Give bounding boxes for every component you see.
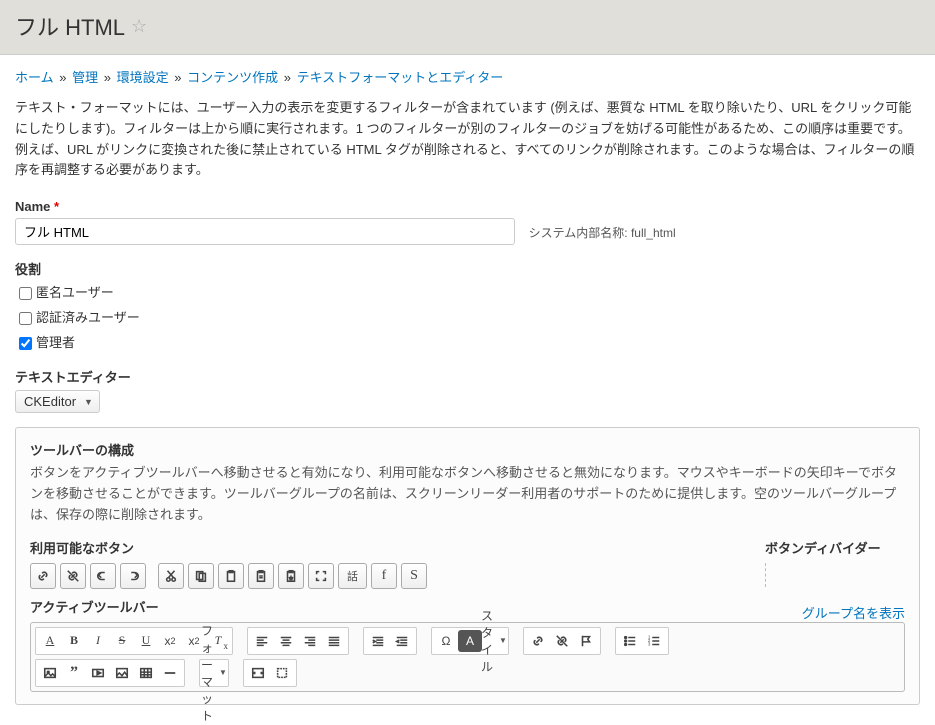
arrow-down-icon: ▼ (84, 397, 93, 407)
undo-icon[interactable] (90, 563, 116, 589)
intro-text: テキスト・フォーマットには、ユーザー入力の表示を変更するフィルターが含まれていま… (15, 98, 920, 181)
divider-preview[interactable] (765, 563, 905, 587)
breadcrumb-item[interactable]: テキストフォーマットとエディター (297, 70, 504, 85)
paste-word-icon[interactable] (278, 563, 304, 589)
machine-name: システム内部名称: full_html (529, 226, 676, 240)
bold-icon[interactable]: B (62, 630, 86, 652)
page-title-text: フル HTML (15, 10, 125, 42)
role-checkbox-anon[interactable] (19, 287, 32, 300)
config-title: ツールバーの構成 (30, 440, 905, 459)
underline-icon[interactable]: U (134, 630, 158, 652)
align-justify-icon[interactable] (322, 630, 346, 652)
breadcrumb-sep: » (174, 70, 181, 85)
hr-icon[interactable] (158, 662, 182, 684)
picture-icon[interactable] (110, 662, 134, 684)
format-dropdown[interactable]: フォーマット▼ (202, 662, 226, 684)
link2-icon[interactable] (526, 630, 550, 652)
specialchar-icon[interactable]: Ω (434, 630, 458, 652)
quote-icon[interactable]: ” (62, 662, 86, 684)
available-buttons: 話 f S (30, 563, 735, 589)
image-icon[interactable] (38, 662, 62, 684)
name-label-text: Name (15, 199, 50, 214)
bullet-list-icon[interactable] (618, 630, 642, 652)
font-f-icon[interactable]: f (371, 563, 397, 589)
role-label-admin: 管理者 (36, 335, 75, 350)
superscript-icon[interactable]: x2 (158, 630, 182, 652)
breadcrumb-item[interactable]: 管理 (72, 70, 98, 85)
role-checkbox-admin[interactable] (19, 337, 32, 350)
source-icon[interactable] (246, 662, 270, 684)
underline-a-icon[interactable]: A (38, 630, 62, 652)
name-input[interactable] (15, 218, 515, 245)
maximize-icon[interactable] (308, 563, 334, 589)
editor-select-value: CKEditor (24, 394, 76, 409)
paste-icon[interactable] (218, 563, 244, 589)
italic-icon[interactable]: I (86, 630, 110, 652)
align-right-icon[interactable] (298, 630, 322, 652)
style-dropdown[interactable]: スタイル▼ (482, 630, 506, 652)
arrow-down-icon: ▼ (219, 668, 227, 677)
style-dropdown-label: スタイル (481, 607, 493, 675)
align-left-icon[interactable] (250, 630, 274, 652)
paste-text-icon[interactable] (248, 563, 274, 589)
breadcrumb-sep: » (59, 70, 66, 85)
link-icon[interactable] (30, 563, 56, 589)
role-checkbox-auth[interactable] (19, 312, 32, 325)
align-center-icon[interactable] (274, 630, 298, 652)
copy-icon[interactable] (188, 563, 214, 589)
indent-left-icon[interactable] (390, 630, 414, 652)
lang-icon[interactable]: 話 (338, 563, 367, 589)
show-groups-link[interactable]: グループ名を表示 (802, 606, 905, 621)
breadcrumb-item[interactable]: コンテンツ作成 (187, 70, 278, 85)
editor-select[interactable]: CKEditor ▼ (15, 390, 100, 413)
role-label-anon: 匿名ユーザー (36, 285, 114, 300)
breadcrumb: ホーム » 管理 » 環境設定 » コンテンツ作成 » テキストフォーマットとエ… (15, 67, 920, 86)
roles-label: 役割 (15, 259, 920, 278)
cut-icon[interactable] (158, 563, 184, 589)
star-icon[interactable]: ☆ (131, 16, 147, 37)
machine-name-prefix: システム内部名称: (529, 226, 628, 240)
active-label: アクティブツールバー (30, 597, 159, 616)
breadcrumb-item[interactable]: 環境設定 (117, 70, 169, 85)
removeformat-icon[interactable]: Tx (206, 630, 230, 652)
required-marker: * (54, 199, 59, 214)
active-toolbar: A B I S U x2 x2 Tx (30, 622, 905, 692)
redo-icon[interactable] (120, 563, 146, 589)
font-s-icon[interactable]: S (401, 563, 427, 589)
machine-name-value: full_html (631, 226, 676, 240)
page-title: フル HTML ☆ (15, 10, 920, 42)
editor-label: テキストエディター (15, 367, 920, 386)
available-label: 利用可能なボタン (30, 538, 735, 557)
unlink2-icon[interactable] (550, 630, 574, 652)
breadcrumb-item[interactable]: ホーム (15, 70, 54, 85)
divider-label: ボタンディバイダー (765, 538, 905, 557)
number-list-icon[interactable]: 123 (642, 630, 666, 652)
toolbar-config-panel: ツールバーの構成 ボタンをアクティブツールバーへ移動させると有効になり、利用可能… (15, 427, 920, 704)
table-icon[interactable] (134, 662, 158, 684)
breadcrumb-sep: » (104, 70, 111, 85)
unlink-icon[interactable] (60, 563, 86, 589)
indent-right-icon[interactable] (366, 630, 390, 652)
arrow-down-icon: ▼ (499, 636, 507, 645)
name-label: Name * (15, 199, 920, 214)
color-bg-icon[interactable]: A (458, 630, 482, 652)
media-icon[interactable] (86, 662, 110, 684)
role-label-auth: 認証済みユーザー (36, 310, 140, 325)
flag-icon[interactable] (574, 630, 598, 652)
svg-text:3: 3 (648, 641, 651, 646)
config-desc: ボタンをアクティブツールバーへ移動させると有効になり、利用可能なボタンへ移動させ… (30, 463, 905, 525)
strike-icon[interactable]: S (110, 630, 134, 652)
breadcrumb-sep: » (284, 70, 291, 85)
fullscreen-icon[interactable] (270, 662, 294, 684)
